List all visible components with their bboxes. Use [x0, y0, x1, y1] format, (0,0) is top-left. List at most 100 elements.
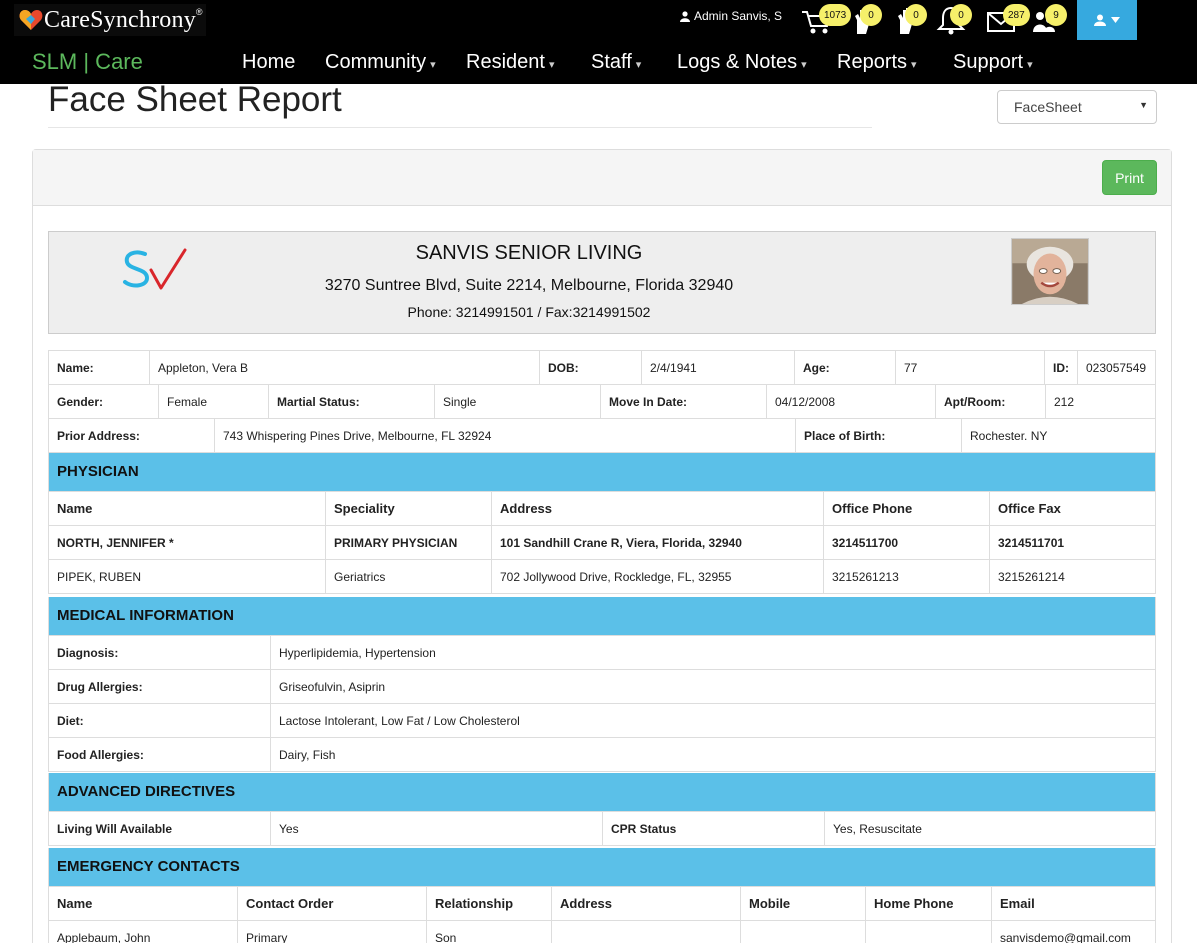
marital-status-value: Single — [434, 384, 601, 419]
nav-logs-notes-label: Logs & Notes — [677, 51, 798, 73]
column-header: Contact Order — [237, 886, 427, 921]
contact-relationship: Son — [426, 920, 552, 943]
nav-staff-label: Staff — [591, 51, 632, 73]
gender-label: Gender: — [48, 384, 159, 419]
table-header-row: Name Speciality Address Office Phone Off… — [48, 491, 1156, 526]
place-of-birth-label: Place of Birth: — [795, 418, 962, 453]
nav-support[interactable]: Support ▾ — [953, 51, 1033, 74]
user-name-label: Admin Sanvis, S — [694, 9, 783, 23]
marital-status-label: Martial Status: — [268, 384, 435, 419]
table-row: Name: Appleton, Vera B DOB: 2/4/1941 Age… — [48, 350, 1156, 385]
gender-value: Female — [158, 384, 269, 419]
tasks-count-badge: 0 — [860, 4, 882, 26]
visitors-count-badge: 9 — [1045, 4, 1067, 26]
living-will-value: Yes — [270, 811, 603, 846]
contact-home-phone — [865, 920, 992, 943]
nav-home[interactable]: Home — [242, 51, 295, 74]
logged-in-user[interactable]: Admin Sanvis, S — [680, 9, 782, 23]
column-header: Home Phone — [865, 886, 992, 921]
table-row: Living Will Available Yes CPR Status Yes… — [48, 811, 1156, 846]
column-header: Name — [48, 491, 326, 526]
table-row: NORTH, JENNIFER * PRIMARY PHYSICIAN 101 … — [48, 525, 1156, 560]
nav-reports-label: Reports — [837, 51, 908, 73]
physician-address: 702 Jollywood Drive, Rockledge, FL, 3295… — [491, 559, 824, 594]
food-allergies-value: Dairy, Fish — [270, 737, 1156, 772]
caret-down-icon: ▾ — [548, 59, 555, 71]
physician-table: Name Speciality Address Office Phone Off… — [48, 491, 1156, 594]
diet-value: Lactose Intolerant, Low Fat / Low Choles… — [270, 703, 1156, 738]
diet-label: Diet: — [48, 703, 271, 738]
column-header: Email — [991, 886, 1156, 921]
name-value: Appleton, Vera B — [149, 350, 540, 385]
main-nav: SLM | Care Home Community ▾ Resident ▾ Sta… — [0, 42, 1197, 84]
column-header: Relationship — [426, 886, 552, 921]
report-type-value: FaceSheet — [1014, 99, 1082, 115]
physician-address: 101 Sandhill Crane R, Viera, Florida, 32… — [491, 525, 824, 560]
nav-reports[interactable]: Reports ▾ — [837, 51, 917, 74]
column-header: Mobile — [740, 886, 866, 921]
contact-order: Primary — [237, 920, 427, 943]
nav-support-label: Support — [953, 51, 1024, 73]
apt-room-label: Apt/Room: — [935, 384, 1046, 419]
brand-registered-mark: ® — [195, 7, 203, 17]
living-will-label: Living Will Available — [48, 811, 271, 846]
resident-photo — [1011, 238, 1089, 305]
nav-logs-notes[interactable]: Logs & Notes ▾ — [677, 51, 807, 74]
facility-header: SANVIS SENIOR LIVING 3270 Suntree Blvd, … — [48, 231, 1156, 334]
nav-community-label: Community — [325, 51, 427, 73]
caret-down-icon — [1111, 17, 1120, 23]
directives-table: Living Will Available Yes CPR Status Yes… — [48, 811, 1156, 846]
age-label: Age: — [794, 350, 896, 385]
messages-count-badge: 287 — [1003, 4, 1030, 26]
physician-office-fax: 3214511701 — [989, 525, 1156, 560]
drug-allergies-value: Griseofulvin, Asiprin — [270, 669, 1156, 704]
medical-info-table: Diagnosis: Hyperlipidemia, Hypertension … — [48, 635, 1156, 772]
brand-logo[interactable]: CareSynchrony ® — [14, 4, 206, 36]
incidents-count-badge: 0 — [905, 4, 927, 26]
contact-email[interactable]: sanvisdemo@gmail.com — [991, 920, 1156, 943]
nav-resident[interactable]: Resident ▾ — [466, 51, 554, 74]
user-menu-button[interactable] — [1077, 0, 1137, 40]
title-divider — [48, 127, 872, 128]
physician-section-header: PHYSICIAN — [48, 453, 1156, 491]
physician-office-phone: 3215261213 — [823, 559, 990, 594]
directives-section-header: ADVANCED DIRECTIVES — [48, 773, 1156, 811]
physician-speciality: PRIMARY PHYSICIAN — [325, 525, 492, 560]
diagnosis-label: Diagnosis: — [48, 635, 271, 670]
table-row: Diet: Lactose Intolerant, Low Fat / Low … — [48, 703, 1156, 738]
table-row: Drug Allergies: Griseofulvin, Asiprin — [48, 669, 1156, 704]
physician-speciality: Geriatrics — [325, 559, 492, 594]
column-header: Office Fax — [989, 491, 1156, 526]
cpr-status-label: CPR Status — [602, 811, 825, 846]
food-allergies-label: Food Allergies: — [48, 737, 271, 772]
brand-name: CareSynchrony — [44, 6, 196, 33]
facility-phone: Phone: 3214991501 / Fax:3214991502 — [407, 304, 651, 320]
prior-address-value: 743 Whispering Pines Drive, Melbourne, F… — [214, 418, 796, 453]
medical-section-header: MEDICAL INFORMATION — [48, 597, 1156, 635]
print-button[interactable]: Print — [1102, 160, 1157, 195]
nav-resident-label: Resident — [466, 51, 545, 73]
contact-name: Applebaum, John — [48, 920, 238, 943]
alerts-count-badge: 0 — [950, 4, 972, 26]
id-value: 023057549 — [1077, 350, 1156, 385]
slm-care-label[interactable]: SLM | Care — [32, 49, 143, 75]
nav-community[interactable]: Community ▾ — [325, 51, 436, 74]
nav-home-label: Home — [242, 51, 296, 73]
caret-down-icon: ▾ — [1027, 59, 1033, 71]
table-header-row: Name Contact Order Relationship Address … — [48, 886, 1156, 921]
facility-name: SANVIS SENIOR LIVING — [415, 242, 643, 264]
column-header: Speciality — [325, 491, 492, 526]
dob-label: DOB: — [539, 350, 642, 385]
table-row: Food Allergies: Dairy, Fish — [48, 737, 1156, 772]
report-type-select[interactable]: FaceSheet ▼ — [997, 90, 1157, 124]
name-label: Name: — [48, 350, 150, 385]
age-value: 77 — [895, 350, 1045, 385]
column-header: Address — [551, 886, 741, 921]
resident-info-table: Gender: Female Martial Status: Single Mo… — [48, 384, 1156, 419]
physician-name: NORTH, JENNIFER * — [48, 525, 326, 560]
facility-address: 3270 Suntree Blvd, Suite 2214, Melbourne… — [324, 277, 734, 294]
resident-info-table: Name: Appleton, Vera B DOB: 2/4/1941 Age… — [48, 350, 1156, 385]
select-arrow-icon: ▼ — [1139, 100, 1148, 110]
user-icon — [1094, 14, 1106, 26]
nav-staff[interactable]: Staff ▾ — [591, 51, 641, 74]
